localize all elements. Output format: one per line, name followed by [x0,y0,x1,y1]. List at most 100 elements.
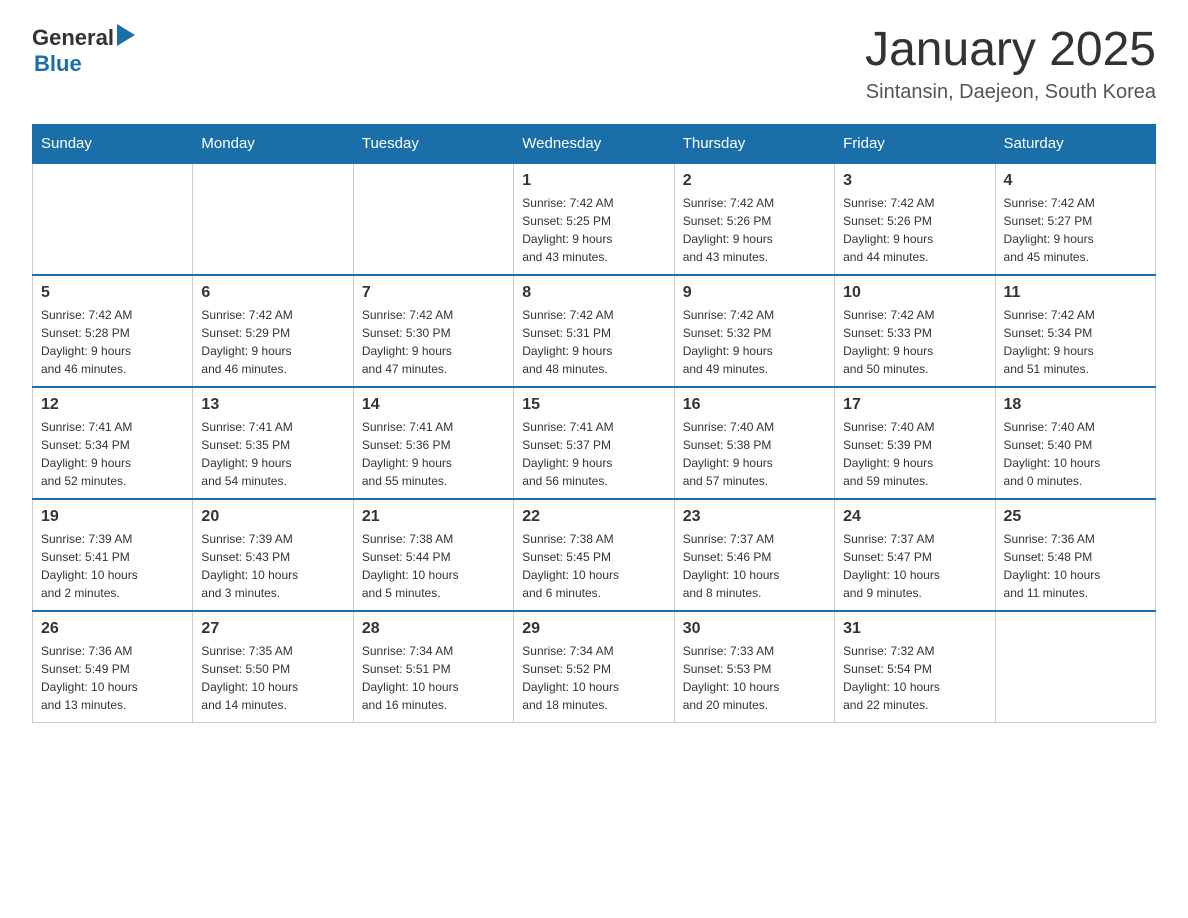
day-info: Sunrise: 7:34 AM Sunset: 5:51 PM Dayligh… [362,642,505,714]
day-info: Sunrise: 7:41 AM Sunset: 5:34 PM Dayligh… [41,418,184,490]
day-number: 13 [201,396,344,414]
day-number: 18 [1004,396,1147,414]
calendar-body: 1 Sunrise: 7:42 AM Sunset: 5:25 PM Daylig… [33,163,1156,723]
table-row: 24Sunrise: 7:37 AM Sunset: 5:47 PM Dayli… [835,499,995,611]
day-info: Sunrise: 7:40 AM Sunset: 5:39 PM Dayligh… [843,418,986,490]
day-info: Sunrise: 7:36 AM Sunset: 5:48 PM Dayligh… [1004,530,1147,602]
table-row: 17 Sunrise: 7:40 AM Sunset: 5:39 PM Dayli… [835,387,995,499]
day-info: Sunrise: 7:42 AM Sunset: 5:33 PM Dayligh… [843,306,986,378]
day-number: 16 [683,396,826,414]
day-number: 20 [201,508,344,526]
day-info: Sunrise: 7:41 AM Sunset: 5:36 PM Dayligh… [362,418,505,490]
day-number: 19 [41,508,184,526]
table-row: 18 Sunrise: 7:40 AM Sunset: 5:40 PM Dayli… [995,387,1155,499]
day-info: Sunrise: 7:42 AM Sunset: 5:30 PM Dayligh… [362,306,505,378]
logo-arrow-icon [117,24,135,46]
table-row: 22 Sunrise: 7:38 AM Sunset: 5:45 PM Dayli… [514,499,674,611]
day-info: Sunrise: 7:41 AM Sunset: 5:35 PM Dayligh… [201,418,344,490]
day-info: Sunrise: 7:40 AM Sunset: 5:38 PM Dayligh… [683,418,826,490]
table-row: 20 Sunrise: 7:39 AM Sunset: 5:43 PM Dayli… [193,499,353,611]
table-row: 8 Sunrise: 7:42 AM Sunset: 5:31 PM Daylig… [514,275,674,387]
day-number: 31 [843,620,986,638]
table-row: 5 Sunrise: 7:42 AM Sunset: 5:28 PM Daylig… [33,275,193,387]
day-info: Sunrise: 7:42 AM Sunset: 5:31 PM Dayligh… [522,306,665,378]
header-friday: Friday [835,124,995,163]
table-row: 21 Sunrise: 7:38 AM Sunset: 5:44 PM Dayli… [353,499,513,611]
header-thursday: Thursday [674,124,834,163]
table-row: 26Sunrise: 7:36 AM Sunset: 5:49 PM Dayli… [33,611,193,723]
day-number: 8 [522,284,665,302]
day-info: Sunrise: 7:37 AM Sunset: 5:46 PM Dayligh… [683,530,826,602]
table-row: 4Sunrise: 7:42 AM Sunset: 5:27 PM Daylig… [995,163,1155,275]
table-row: 15 Sunrise: 7:41 AM Sunset: 5:37 PM Dayli… [514,387,674,499]
table-row: 16 Sunrise: 7:40 AM Sunset: 5:38 PM Dayli… [674,387,834,499]
day-info: Sunrise: 7:42 AM Sunset: 5:32 PM Dayligh… [683,306,826,378]
table-row: 19Sunrise: 7:39 AM Sunset: 5:41 PM Dayli… [33,499,193,611]
day-number: 4 [1004,172,1147,190]
table-row: 9 Sunrise: 7:42 AM Sunset: 5:32 PM Daylig… [674,275,834,387]
header-saturday: Saturday [995,124,1155,163]
day-number: 17 [843,396,986,414]
day-number: 21 [362,508,505,526]
day-number: 12 [41,396,184,414]
day-number: 15 [522,396,665,414]
day-info: Sunrise: 7:38 AM Sunset: 5:45 PM Dayligh… [522,530,665,602]
day-info: Sunrise: 7:39 AM Sunset: 5:43 PM Dayligh… [201,530,344,602]
day-info: Sunrise: 7:34 AM Sunset: 5:52 PM Dayligh… [522,642,665,714]
page-subtitle: Sintansin, Daejeon, South Korea [865,81,1156,104]
table-row: 28Sunrise: 7:34 AM Sunset: 5:51 PM Dayli… [353,611,513,723]
table-row: 12 Sunrise: 7:41 AM Sunset: 5:34 PM Dayli… [33,387,193,499]
day-number: 22 [522,508,665,526]
day-info: Sunrise: 7:42 AM Sunset: 5:25 PM Dayligh… [522,194,665,266]
day-number: 30 [683,620,826,638]
day-info: Sunrise: 7:33 AM Sunset: 5:53 PM Dayligh… [683,642,826,714]
table-row: 25 Sunrise: 7:36 AM Sunset: 5:48 PM Dayli… [995,499,1155,611]
table-row: 7Sunrise: 7:42 AM Sunset: 5:30 PM Daylig… [353,275,513,387]
day-info: Sunrise: 7:42 AM Sunset: 5:26 PM Dayligh… [843,194,986,266]
table-row [33,163,193,275]
table-row: 30 Sunrise: 7:33 AM Sunset: 5:53 PM Dayli… [674,611,834,723]
day-number: 6 [201,284,344,302]
day-number: 10 [843,284,986,302]
table-row: 3 Sunrise: 7:42 AM Sunset: 5:26 PM Daylig… [835,163,995,275]
day-number: 1 [522,172,665,190]
day-number: 2 [683,172,826,190]
day-number: 9 [683,284,826,302]
table-row: 29 Sunrise: 7:34 AM Sunset: 5:52 PM Dayli… [514,611,674,723]
day-number: 24 [843,508,986,526]
table-row: 23 Sunrise: 7:37 AM Sunset: 5:46 PM Dayli… [674,499,834,611]
day-number: 14 [362,396,505,414]
table-row [193,163,353,275]
day-number: 25 [1004,508,1147,526]
calendar-header: Sunday Monday Tuesday Wednesday Thursday… [33,124,1156,163]
day-info: Sunrise: 7:42 AM Sunset: 5:29 PM Dayligh… [201,306,344,378]
table-row: 14 Sunrise: 7:41 AM Sunset: 5:36 PM Dayli… [353,387,513,499]
table-row: 10 Sunrise: 7:42 AM Sunset: 5:33 PM Dayli… [835,275,995,387]
day-info: Sunrise: 7:42 AM Sunset: 5:28 PM Dayligh… [41,306,184,378]
logo: General Blue [32,24,135,77]
day-number: 23 [683,508,826,526]
table-row: 31 Sunrise: 7:32 AM Sunset: 5:54 PM Dayli… [835,611,995,723]
header-wednesday: Wednesday [514,124,674,163]
day-number: 5 [41,284,184,302]
day-number: 3 [843,172,986,190]
table-row: 27 Sunrise: 7:35 AM Sunset: 5:50 PM Dayli… [193,611,353,723]
day-number: 26 [41,620,184,638]
day-info: Sunrise: 7:41 AM Sunset: 5:37 PM Dayligh… [522,418,665,490]
title-section: January 2025 Sintansin, Daejeon, South K… [865,24,1156,104]
table-row: 1 Sunrise: 7:42 AM Sunset: 5:25 PM Daylig… [514,163,674,275]
day-info: Sunrise: 7:42 AM Sunset: 5:26 PM Dayligh… [683,194,826,266]
day-info: Sunrise: 7:38 AM Sunset: 5:44 PM Dayligh… [362,530,505,602]
table-row: 2 Sunrise: 7:42 AM Sunset: 5:26 PM Daylig… [674,163,834,275]
header-sunday: Sunday [33,124,193,163]
table-row: 13 Sunrise: 7:41 AM Sunset: 5:35 PM Dayli… [193,387,353,499]
calendar-table: Sunday Monday Tuesday Wednesday Thursday… [32,124,1156,723]
day-info: Sunrise: 7:35 AM Sunset: 5:50 PM Dayligh… [201,642,344,714]
day-info: Sunrise: 7:32 AM Sunset: 5:54 PM Dayligh… [843,642,986,714]
day-number: 29 [522,620,665,638]
table-row [353,163,513,275]
day-number: 27 [201,620,344,638]
day-number: 11 [1004,284,1147,302]
day-info: Sunrise: 7:40 AM Sunset: 5:40 PM Dayligh… [1004,418,1147,490]
header-tuesday: Tuesday [353,124,513,163]
